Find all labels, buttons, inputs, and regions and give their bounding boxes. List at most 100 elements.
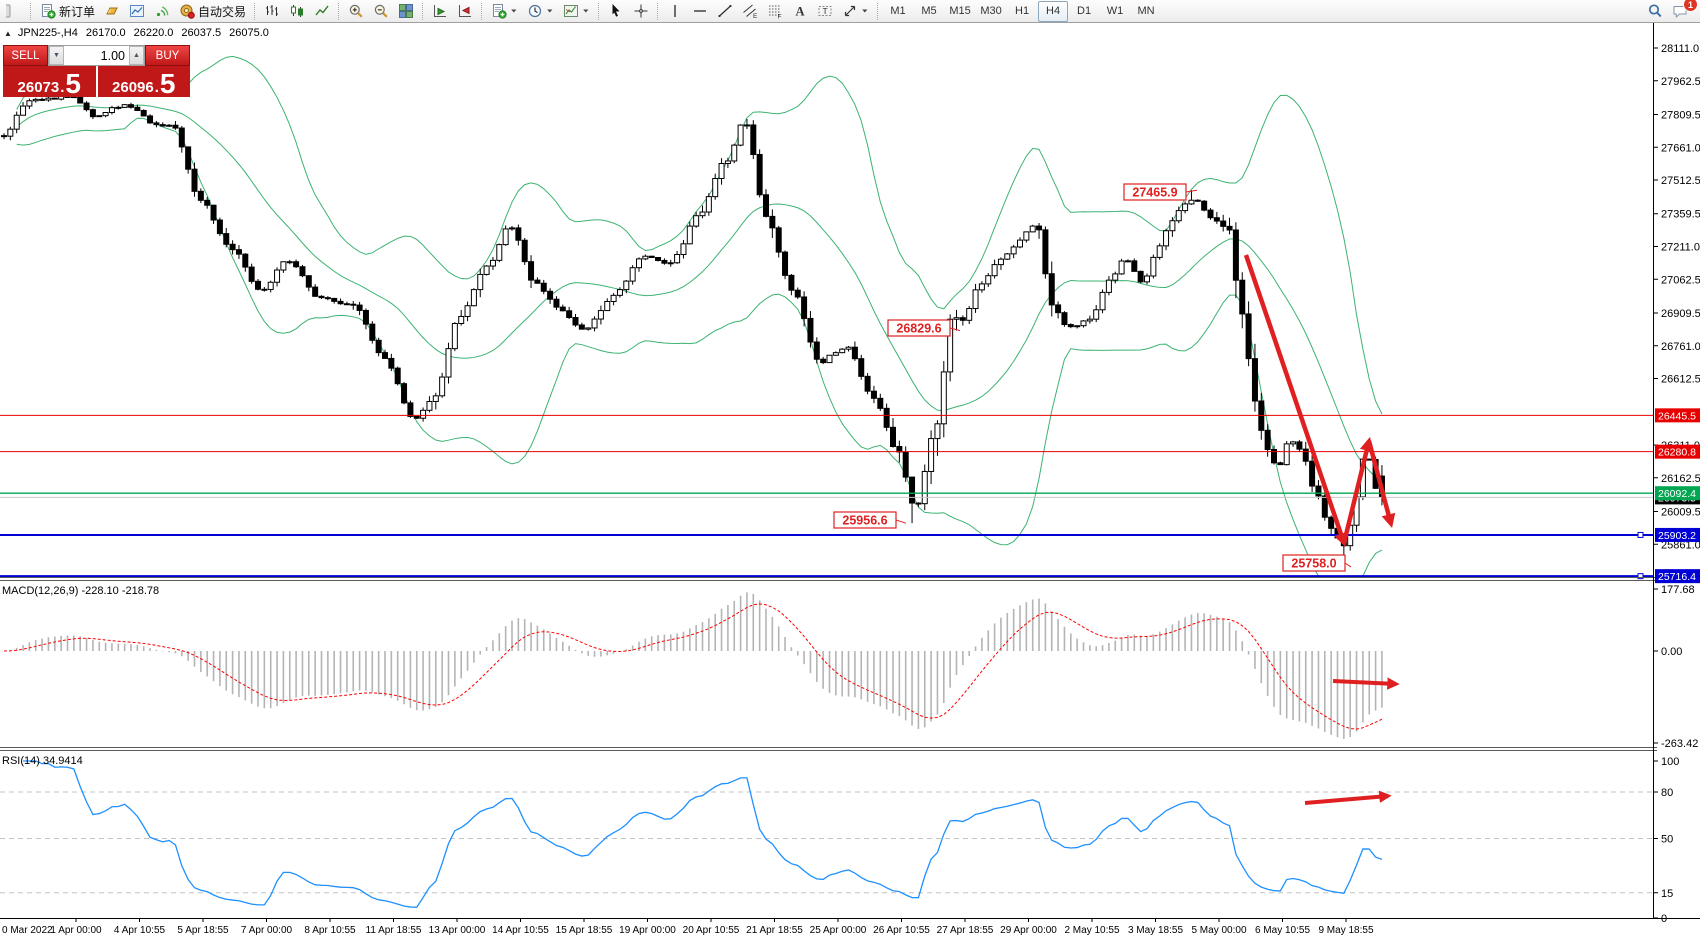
svg-text:25716.4: 25716.4 bbox=[1658, 571, 1696, 583]
auto-trading-button[interactable]: 自动交易 bbox=[175, 0, 250, 22]
svg-text:15 Apr 18:55: 15 Apr 18:55 bbox=[556, 925, 613, 936]
buy-price-main: 26096 bbox=[112, 80, 154, 95]
svg-text:26092.4: 26092.4 bbox=[1658, 488, 1696, 500]
sell-price-main: 26073 bbox=[18, 80, 60, 95]
search-button[interactable] bbox=[1643, 0, 1667, 22]
zoom-out-button[interactable] bbox=[369, 0, 393, 22]
ohlc-high: 26220.0 bbox=[134, 27, 174, 39]
arrows-button[interactable] bbox=[838, 0, 873, 22]
notifications-button[interactable]: 1 bbox=[1668, 0, 1692, 22]
svg-text:26612.5: 26612.5 bbox=[1661, 374, 1700, 386]
zoom-in-icon bbox=[348, 3, 364, 19]
svg-text:27512.5: 27512.5 bbox=[1661, 175, 1700, 187]
symbol-info: ▲ JPN225-,H4 26170.0 26220.0 26037.5 260… bbox=[4, 27, 269, 39]
periods-button[interactable] bbox=[523, 0, 558, 22]
svg-text:13 Apr 00:00: 13 Apr 00:00 bbox=[429, 925, 486, 936]
svg-text:A: A bbox=[796, 5, 805, 19]
line-chart-button[interactable] bbox=[310, 0, 334, 22]
indicators-button[interactable] bbox=[487, 0, 522, 22]
svg-text:0: 0 bbox=[1661, 913, 1667, 925]
svg-text:26162.5: 26162.5 bbox=[1661, 473, 1700, 485]
volume-value[interactable]: 1.00 bbox=[64, 46, 129, 65]
timeframe-h4-button[interactable]: H4 bbox=[1038, 1, 1068, 22]
chart-shift-button[interactable] bbox=[453, 0, 477, 22]
zoom-in-button[interactable] bbox=[344, 0, 368, 22]
crosshair-button[interactable] bbox=[629, 0, 653, 22]
toolbar-separator bbox=[657, 3, 659, 20]
horizontal-line-button[interactable] bbox=[688, 0, 712, 22]
svg-text:20 Apr 10:55: 20 Apr 10:55 bbox=[683, 925, 740, 936]
one-click-trading-panel: SELL ▼ 1.00 ▲ BUY 26073 . 5 26096 . 5 bbox=[3, 45, 190, 97]
svg-text:100: 100 bbox=[1661, 756, 1679, 768]
trendline-button[interactable] bbox=[713, 0, 737, 22]
candlestick-chart-button[interactable] bbox=[285, 0, 309, 22]
vertical-line-button[interactable] bbox=[663, 0, 687, 22]
svg-text:21 Apr 18:55: 21 Apr 18:55 bbox=[746, 925, 803, 936]
cursor-button[interactable] bbox=[604, 0, 628, 22]
doc-plus-icon bbox=[491, 3, 507, 19]
svg-text:27062.5: 27062.5 bbox=[1661, 274, 1700, 286]
clipped-icon[interactable] bbox=[2, 0, 26, 22]
svg-text:8 Apr 10:55: 8 Apr 10:55 bbox=[304, 925, 356, 936]
timeframe-mn-button[interactable]: MN bbox=[1131, 1, 1161, 22]
clipped-icon bbox=[6, 3, 22, 19]
timeframe-m15-button[interactable]: M15 bbox=[945, 1, 975, 22]
volume-down-button[interactable]: ▼ bbox=[49, 46, 64, 65]
buy-price-button[interactable]: 26096 . 5 bbox=[98, 66, 191, 97]
svg-text:E: E bbox=[753, 13, 758, 19]
chart-canvas[interactable]: 27465.926829.625956.625758.028111.027962… bbox=[0, 0, 1700, 939]
sell-button[interactable]: SELL bbox=[3, 45, 48, 66]
timeframe-m30-button[interactable]: M30 bbox=[976, 1, 1006, 22]
svg-text:1 Apr 00:00: 1 Apr 00:00 bbox=[50, 925, 102, 936]
channel-icon: E bbox=[742, 3, 758, 19]
timeframe-m5-button[interactable]: M5 bbox=[914, 1, 944, 22]
toolbar-separator bbox=[422, 3, 424, 20]
timeframe-m1-button[interactable]: M1 bbox=[883, 1, 913, 22]
buy-price-dot: . bbox=[155, 80, 159, 95]
text-icon: A bbox=[792, 3, 808, 19]
symbol-collapse-icon[interactable]: ▲ bbox=[4, 29, 12, 38]
auto-scroll-button[interactable] bbox=[428, 0, 452, 22]
new-order-button[interactable]: 新订单 bbox=[36, 0, 99, 22]
auto-trading-button-label: 自动交易 bbox=[198, 3, 246, 20]
line-chart-icon bbox=[314, 3, 330, 19]
text-label-button[interactable]: T bbox=[813, 0, 837, 22]
candles-icon bbox=[289, 3, 305, 19]
toolbar-separator bbox=[338, 3, 340, 20]
text-button[interactable]: A bbox=[788, 0, 812, 22]
templates-button[interactable] bbox=[559, 0, 594, 22]
timeframe-d1-button[interactable]: D1 bbox=[1069, 1, 1099, 22]
chevron-down-icon bbox=[861, 3, 869, 19]
bars-chart-icon bbox=[264, 3, 280, 19]
mt4-window: 新订单 自动交易 EFAT M1M5M15M30H1H4D1W1MN 1 27465.9… bbox=[0, 0, 1700, 939]
svg-text:11 Apr 18:55: 11 Apr 18:55 bbox=[366, 925, 422, 936]
mql5-community-button[interactable] bbox=[100, 0, 124, 22]
line-handle[interactable] bbox=[1638, 532, 1643, 537]
symbol-title: JPN225-,H4 bbox=[18, 27, 78, 39]
svg-text:19 Apr 00:00: 19 Apr 00:00 bbox=[619, 925, 676, 936]
bar-chart-button[interactable] bbox=[260, 0, 284, 22]
fibonacci-button[interactable]: F bbox=[763, 0, 787, 22]
gold-icon bbox=[104, 3, 120, 19]
tile-icon bbox=[398, 3, 414, 19]
sell-price-button[interactable]: 26073 . 5 bbox=[3, 66, 96, 97]
svg-text:25 Apr 00:00: 25 Apr 00:00 bbox=[810, 925, 867, 936]
timeframe-h1-button[interactable]: H1 bbox=[1007, 1, 1037, 22]
market-watch-button[interactable] bbox=[125, 0, 149, 22]
toolbar-separator bbox=[481, 3, 483, 20]
svg-text:29 Apr 00:00: 29 Apr 00:00 bbox=[1000, 925, 1057, 936]
sell-price-big-digit: 5 bbox=[65, 73, 81, 95]
volume-up-button[interactable]: ▲ bbox=[129, 46, 144, 65]
svg-text:28111.0: 28111.0 bbox=[1661, 43, 1699, 55]
sell-price-dot: . bbox=[60, 80, 64, 95]
toolbar-separator bbox=[877, 3, 879, 20]
buy-button[interactable]: BUY bbox=[145, 45, 190, 66]
svg-text:4 Apr 10:55: 4 Apr 10:55 bbox=[114, 925, 166, 936]
signals-button[interactable] bbox=[150, 0, 174, 22]
channel-button[interactable]: E bbox=[738, 0, 762, 22]
tile-windows-button[interactable] bbox=[394, 0, 418, 22]
timeframe-w1-button[interactable]: W1 bbox=[1100, 1, 1130, 22]
svg-text:15: 15 bbox=[1661, 888, 1673, 900]
svg-text:27465.9: 27465.9 bbox=[1132, 186, 1177, 200]
svg-text:3 May 18:55: 3 May 18:55 bbox=[1128, 925, 1183, 936]
